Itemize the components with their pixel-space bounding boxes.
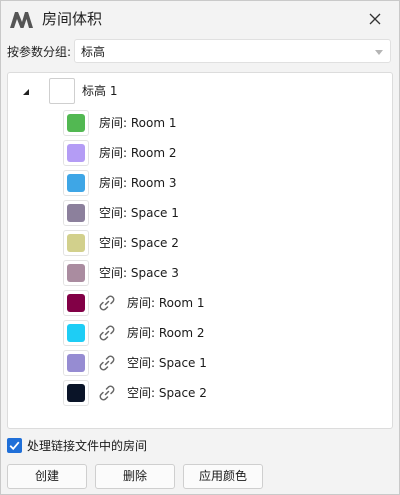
group-by-value: 标高 — [81, 45, 106, 59]
link-icon — [99, 355, 115, 371]
tree-item[interactable]: 空间: Space 2 — [8, 228, 392, 258]
color-swatch-button[interactable] — [63, 170, 89, 196]
color-swatch — [67, 384, 85, 402]
include-linked-checkbox[interactable] — [7, 438, 22, 453]
title-bar: 房间体积 — [1, 1, 399, 37]
color-swatch — [67, 204, 85, 222]
tree-item[interactable]: 房间: Room 3 — [8, 168, 392, 198]
link-icon — [99, 325, 115, 341]
create-button[interactable]: 创建 — [7, 464, 87, 489]
tree-item[interactable]: 房间: Room 2 — [8, 318, 392, 348]
tree-item[interactable]: 房间: Room 2 — [8, 138, 392, 168]
close-icon[interactable] — [365, 9, 385, 29]
room-tree[interactable]: 标高 1 房间: Room 1 房间: Room 2 房间: Room 3 空间: S… — [7, 72, 393, 429]
color-swatch — [67, 324, 85, 342]
include-linked-label: 处理链接文件中的房间 — [27, 439, 148, 453]
chevron-down-icon — [375, 50, 383, 55]
tree-item[interactable]: 房间: Room 1 — [8, 288, 392, 318]
color-swatch — [67, 264, 85, 282]
tree-item[interactable]: 房间: Room 1 — [8, 108, 392, 138]
expander-icon[interactable] — [23, 89, 29, 95]
delete-button[interactable]: 删除 — [95, 464, 175, 489]
link-icon — [99, 295, 115, 311]
tree-item-label: 房间: Room 2 — [99, 146, 177, 160]
tree-item-label: 空间: Space 1 — [99, 206, 179, 220]
color-swatch — [67, 234, 85, 252]
dialog-window: 房间体积 按参数分组: 标高 标高 1 房间: Room 1 房间: Room 2… — [0, 0, 400, 495]
root-color-swatch[interactable] — [49, 78, 75, 104]
color-swatch-button[interactable] — [63, 290, 89, 316]
color-swatch-button[interactable] — [63, 260, 89, 286]
color-swatch — [67, 144, 85, 162]
color-swatch — [67, 174, 85, 192]
app-logo-icon — [10, 12, 33, 28]
tree-item-label: 房间: Room 3 — [99, 176, 177, 190]
tree-item-label: 空间: Space 3 — [99, 266, 179, 280]
tree-item-label: 空间: Space 2 — [127, 386, 207, 400]
color-swatch-button[interactable] — [63, 110, 89, 136]
color-swatch-button[interactable] — [63, 320, 89, 346]
color-swatch — [67, 114, 85, 132]
color-swatch-button[interactable] — [63, 230, 89, 256]
window-title: 房间体积 — [42, 10, 103, 28]
tree-item[interactable]: 空间: Space 1 — [8, 198, 392, 228]
group-by-select[interactable]: 标高 — [74, 39, 391, 63]
group-by-label: 按参数分组: — [7, 45, 72, 59]
color-swatch-button[interactable] — [63, 200, 89, 226]
tree-item[interactable]: 空间: Space 3 — [8, 258, 392, 288]
color-swatch — [67, 354, 85, 372]
color-swatch-button[interactable] — [63, 140, 89, 166]
tree-item-label: 房间: Room 1 — [99, 116, 177, 130]
color-swatch — [67, 294, 85, 312]
apply-color-button[interactable]: 应用颜色 — [183, 464, 263, 489]
color-swatch-button[interactable] — [63, 350, 89, 376]
tree-item[interactable]: 空间: Space 2 — [8, 378, 392, 408]
tree-root-label: 标高 1 — [82, 84, 118, 98]
color-swatch-button[interactable] — [63, 380, 89, 406]
tree-item-label: 房间: Room 1 — [127, 296, 205, 310]
tree-item-label: 空间: Space 1 — [127, 356, 207, 370]
link-icon — [99, 385, 115, 401]
tree-item[interactable]: 空间: Space 1 — [8, 348, 392, 378]
tree-item-label: 空间: Space 2 — [99, 236, 179, 250]
tree-item-label: 房间: Room 2 — [127, 326, 205, 340]
checkmark-icon — [9, 441, 20, 451]
